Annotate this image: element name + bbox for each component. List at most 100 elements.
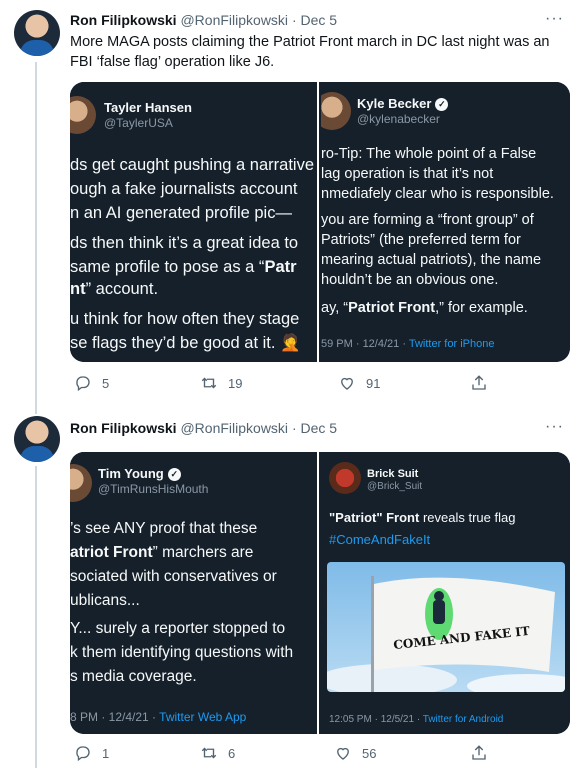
tweet-media[interactable]: Tim Young ✓ @TimRunsHisMouth ’s see ANY p…: [70, 452, 570, 734]
screenshot-text-line: nmediafely clear who is responsible.: [321, 186, 554, 202]
screenshot-author-handle: @TaylerUSA: [104, 116, 173, 130]
screenshot-author-handle: @kylenabecker: [357, 112, 440, 126]
author-name[interactable]: Ron Filipkowski: [70, 420, 177, 436]
tweet-header: Ron Filipkowski @RonFilipkowski · Dec 5: [70, 420, 337, 436]
flag-illustration: COME AND FAKE IT: [327, 576, 565, 692]
separator: ·: [291, 12, 297, 28]
reply-count: 1: [102, 745, 110, 761]
media-divider: [317, 82, 319, 362]
screenshot-author-handle: @TimRunsHisMouth: [98, 482, 209, 496]
screenshot-text-line: "Patriot" Front reveals true flag: [329, 510, 515, 525]
share-button[interactable]: [470, 374, 498, 392]
screenshot-text-line: Y... surely a reporter stopped to: [70, 620, 286, 637]
text-part: se flags they’d be good at it.: [70, 334, 276, 352]
like-count: 56: [362, 745, 377, 761]
heart-icon: [337, 747, 349, 760]
facepalm-emoji: 🤦: [280, 334, 301, 352]
author-handle[interactable]: @RonFilipkowski: [180, 420, 288, 436]
screenshot-author-name: Kyle Becker ✓: [357, 96, 449, 112]
screenshot-author-name: Brick Suit: [367, 468, 419, 480]
screenshot-text-line: nt” account.: [70, 280, 158, 299]
screenshot-timestamp: 8 PM · 12/4/21 · Twitter Web App: [70, 710, 247, 724]
heart-icon: [341, 377, 353, 390]
tweet-text: More MAGA posts claiming the Patriot Fro…: [70, 34, 550, 70]
screenshot-text-line: same profile to pose as a “Patr: [70, 258, 297, 277]
screenshot-author-handle: @Brick_Suit: [367, 481, 423, 492]
text-part: ,” for example.: [435, 300, 528, 316]
screenshot-text-line: sociated with conservatives or: [70, 568, 277, 585]
screenshot-brick-suit: Brick Suit @Brick_Suit "Patriot" Front r…: [321, 452, 570, 734]
screenshot-timestamp: 59 PM · 12/4/21 · Twitter for iPhone: [321, 338, 495, 350]
screenshot-tim-young: Tim Young ✓ @TimRunsHisMouth ’s see ANY p…: [70, 452, 318, 734]
retweet-count: 6: [228, 745, 236, 761]
screenshot-text-line: k them identifying questions with: [70, 644, 294, 661]
screenshot-text-line: ublicans...: [70, 592, 140, 609]
reply-icon: [76, 746, 90, 762]
bold-text: nt: [70, 280, 86, 298]
like-button[interactable]: 91: [338, 374, 380, 392]
bold-text: atriot Front: [70, 544, 153, 561]
avatar[interactable]: [14, 10, 60, 56]
retweet-button[interactable]: 6: [200, 744, 235, 762]
screenshot-text-line: ay, “Patriot Front,” for example.: [321, 300, 528, 316]
screenshot-text-line: ough a fake journalists account: [70, 180, 298, 198]
text-part: reveals true flag: [419, 510, 516, 525]
retweet-count: 19: [228, 375, 243, 391]
share-icon: [472, 375, 486, 390]
like-count: 91: [366, 375, 381, 391]
retweet-icon: [201, 377, 217, 389]
screenshot-timestamp: 12:05 PM · 12/5/21 · Twitter for Android: [329, 714, 504, 725]
avatar: [70, 464, 92, 502]
avatar: [329, 462, 361, 494]
retweet-button[interactable]: 19: [200, 374, 242, 392]
share-icon: [472, 745, 486, 760]
screenshot-text-line: you are forming a “front group” of: [321, 212, 534, 228]
reply-count: 5: [102, 375, 110, 391]
reply-button[interactable]: 5: [74, 374, 109, 392]
screenshot-text-line: ’s see ANY proof that these: [70, 520, 258, 537]
tweet-actions: 1 6 56: [70, 744, 490, 764]
screenshot-text-line: lag operation is that it’s not: [321, 166, 494, 182]
author-name[interactable]: Ron Filipkowski: [70, 12, 177, 28]
avatar: [321, 92, 351, 130]
screenshot-text-line: atriot Front” marchers are: [70, 544, 253, 562]
tweet-media[interactable]: Tayler Hansen @TaylerUSA ds get caught p…: [70, 82, 570, 362]
screenshot-kyle-becker: Kyle Becker ✓ @kylenabecker ro-Tip: The w…: [321, 82, 570, 362]
avatar: [70, 96, 96, 134]
bold-text: Patr: [264, 258, 297, 276]
screenshot-text-line: mearing actual patriots), the name: [321, 252, 542, 268]
text-part: same profile to pose as a “: [70, 258, 265, 276]
screenshot-text-line: s media coverage.: [70, 668, 197, 685]
screenshot-text-line: ro-Tip: The whole point of a False: [321, 146, 537, 162]
like-button[interactable]: 56: [334, 744, 376, 762]
bold-text: Patriot Front: [348, 300, 436, 316]
screenshot-author-name: Tim Young ✓: [98, 466, 181, 482]
screenshot-text-line: Patriots” (the preferred term for: [321, 232, 521, 248]
screenshot-text-line: u think for how often they stage: [70, 310, 300, 328]
screenshot-text-line: houldn’t be an obvious one.: [321, 272, 499, 288]
tweet[interactable]: Ron Filipkowski @RonFilipkowski · Dec 5 …: [0, 0, 578, 410]
avatar[interactable]: [14, 416, 60, 462]
verified-badge-icon: ✓: [167, 468, 181, 482]
author-handle[interactable]: @RonFilipkowski: [180, 12, 288, 28]
reply-button[interactable]: 1: [74, 744, 109, 762]
tweet-actions: 5 19 91: [70, 374, 490, 394]
screenshot-text-line: ds then think it’s a great idea to: [70, 234, 299, 252]
screenshot-tayler-hansen: Tayler Hansen @TaylerUSA ds get caught p…: [70, 82, 318, 362]
separator: ·: [291, 420, 297, 436]
text-part: ay, “: [321, 300, 349, 316]
text-part: ” marchers are: [152, 544, 254, 561]
screenshot-text-line: n an AI generated profile pic—: [70, 204, 292, 222]
text-part: ” account.: [85, 280, 159, 298]
tweet-header: Ron Filipkowski @RonFilipkowski · Dec 5: [70, 12, 337, 28]
more-options-icon[interactable]: ···: [545, 10, 564, 28]
more-options-icon[interactable]: ···: [545, 418, 564, 436]
tweet-date[interactable]: Dec 5: [301, 420, 338, 436]
tweet-date[interactable]: Dec 5: [301, 12, 338, 28]
share-button[interactable]: [470, 744, 498, 762]
screenshot-text-line: se flags they’d be good at it. 🤦: [70, 334, 301, 353]
verified-badge-icon: ✓: [435, 98, 449, 112]
tweet[interactable]: Ron Filipkowski @RonFilipkowski · Dec 5 …: [0, 410, 578, 768]
screenshot-text-line: ds get caught pushing a narrative: [70, 156, 314, 174]
reply-icon: [76, 376, 90, 392]
